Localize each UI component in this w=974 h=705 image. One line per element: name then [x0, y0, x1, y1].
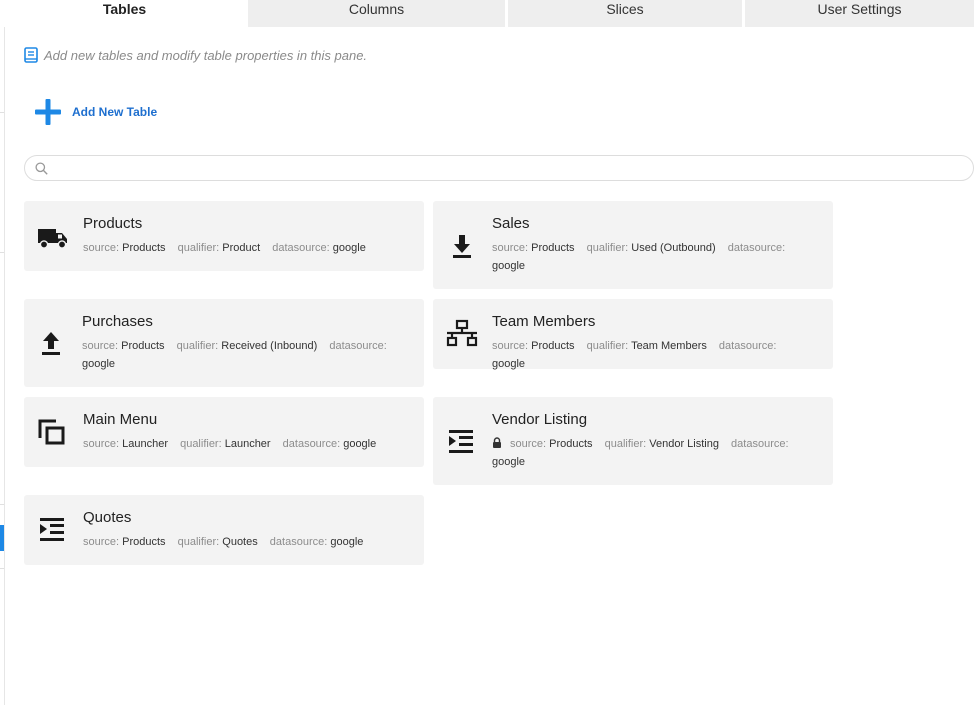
list-indent-icon: [40, 518, 64, 541]
copy-icon: [38, 419, 65, 445]
table-meta: source: Products qualifier: Used (Outbou…: [492, 242, 786, 272]
table-name: Team Members: [492, 313, 596, 330]
tab-columns[interactable]: Columns: [248, 0, 505, 27]
table-meta: source: Products qualifier: Product data…: [83, 242, 366, 254]
add-new-table-label: Add New Table: [72, 105, 158, 119]
table-card-team-members[interactable]: Team Members source: Products qualifier:…: [433, 299, 833, 370]
hint-text: Add new tables and modify table properti…: [44, 47, 368, 63]
left-rail: [0, 0, 5, 705]
list-indent-icon: [449, 430, 473, 453]
rail-divider: [0, 112, 4, 113]
rail-divider: [0, 252, 4, 253]
table-name: Main Menu: [83, 411, 158, 428]
upload-icon: [42, 332, 60, 355]
pane-hint: Add new tables and modify table properti…: [24, 47, 367, 63]
org-chart-icon: [446, 319, 478, 347]
tab-tables[interactable]: Tables: [4, 0, 245, 27]
table-card-main-menu[interactable]: Main Menu source: Launcher qualifier: La…: [24, 397, 424, 467]
table-name: Quotes: [83, 509, 132, 526]
table-search[interactable]: [24, 155, 974, 181]
rail-divider: [0, 504, 4, 505]
tab-slices[interactable]: Slices: [508, 0, 742, 27]
table-name: Purchases: [82, 313, 153, 330]
lock-icon: [493, 437, 501, 448]
table-meta: source: Products qualifier: Received (In…: [82, 340, 387, 370]
table-name: Products: [83, 215, 143, 232]
table-name: Vendor Listing: [492, 411, 588, 428]
download-icon: [453, 235, 471, 258]
rail-divider: [0, 568, 4, 569]
table-card-sales[interactable]: Sales source: Products qualifier: Used (…: [433, 201, 833, 289]
truck-icon: [38, 229, 67, 249]
book-icon: [24, 47, 38, 63]
tab-user-settings[interactable]: User Settings: [745, 0, 974, 27]
table-name: Sales: [492, 215, 530, 232]
add-new-table-button[interactable]: Add New Table: [34, 98, 157, 126]
table-card-purchases[interactable]: Purchases source: Products qualifier: Re…: [24, 299, 424, 387]
rail-active-indicator: [0, 525, 4, 551]
table-meta: source: Products qualifier: Team Members…: [492, 340, 777, 370]
table-card-products[interactable]: Products source: Products qualifier: Pro…: [24, 201, 424, 271]
table-meta: source: Products qualifier: Vendor Listi…: [492, 437, 789, 468]
search-icon: [35, 162, 48, 175]
table-meta: source: Launcher qualifier: Launcher dat…: [83, 438, 377, 450]
table-meta: source: Products qualifier: Quotes datas…: [83, 536, 364, 548]
plus-icon: [35, 99, 61, 125]
editor-tabs: Tables Columns Slices User Settings: [4, 0, 974, 27]
search-input[interactable]: [55, 159, 959, 179]
table-card-vendor-listing[interactable]: Vendor Listing source: Products qualifie…: [433, 397, 833, 485]
table-card-quotes[interactable]: Quotes source: Products qualifier: Quote…: [24, 495, 424, 565]
